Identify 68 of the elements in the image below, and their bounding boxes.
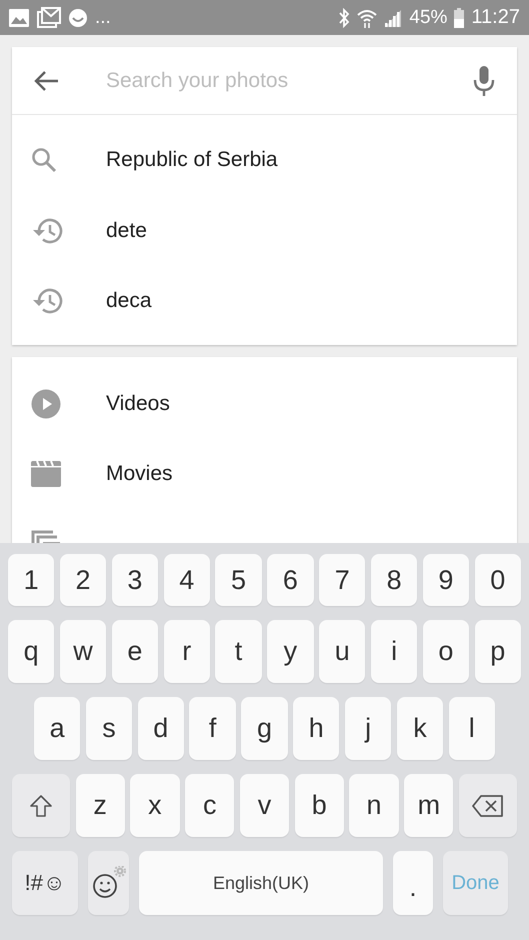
key[interactable]: u (319, 620, 366, 683)
key[interactable]: m (404, 774, 454, 837)
key[interactable]: 3 (112, 554, 158, 606)
search-field[interactable]: Search your photos (106, 68, 473, 92)
key[interactable]: w (60, 620, 106, 683)
key[interactable]: z (76, 774, 125, 837)
emoji-key[interactable] (88, 851, 129, 915)
key[interactable]: r (164, 620, 210, 683)
shift-key[interactable] (12, 774, 70, 837)
key[interactable]: 1 (8, 554, 54, 606)
key[interactable]: k (396, 697, 444, 760)
back-arrow-icon[interactable] (33, 70, 59, 92)
backspace-icon (472, 794, 504, 816)
key[interactable]: q (8, 620, 54, 683)
history-icon (31, 216, 63, 245)
key[interactable]: e (112, 620, 158, 683)
key[interactable]: x (130, 774, 180, 837)
category-item[interactable]: Movies (12, 439, 517, 510)
space-key[interactable]: English(UK) (139, 851, 383, 915)
signal-icon (384, 8, 402, 26)
key[interactable]: l (448, 697, 495, 760)
microphone-icon[interactable] (473, 64, 495, 96)
key[interactable]: b (294, 774, 344, 837)
period-key[interactable]: . (393, 851, 433, 915)
key[interactable]: 5 (215, 554, 262, 606)
key[interactable]: h (293, 697, 340, 760)
search-icon (31, 147, 57, 174)
backspace-key[interactable] (458, 774, 517, 837)
clapperboard-icon (31, 461, 61, 488)
key[interactable]: a (34, 697, 80, 760)
key[interactable]: 8 (370, 554, 418, 606)
shift-icon (29, 794, 53, 818)
symbols-key[interactable]: !#☺ (12, 851, 78, 915)
key[interactable]: d (138, 697, 184, 760)
key[interactable]: f (189, 697, 236, 760)
key[interactable]: t (215, 620, 262, 683)
battery-icon (454, 8, 464, 28)
key[interactable]: 0 (474, 554, 521, 606)
smiley-icon (68, 8, 88, 28)
key[interactable]: 6 (267, 554, 314, 606)
key[interactable]: s (86, 697, 132, 760)
key[interactable]: 9 (422, 554, 470, 606)
key[interactable]: y (267, 620, 314, 683)
clock-text: 11:27 (471, 6, 520, 29)
play-icon (31, 388, 61, 419)
key[interactable]: p (474, 620, 521, 683)
key[interactable]: 2 (60, 554, 106, 606)
key[interactable]: 4 (164, 554, 210, 606)
key[interactable]: 7 (319, 554, 366, 606)
key[interactable]: i (370, 620, 418, 683)
key[interactable]: v (240, 774, 290, 837)
key[interactable]: g (241, 697, 288, 760)
bluetooth-icon (338, 8, 350, 28)
key[interactable]: j (344, 697, 392, 760)
mail-icon (37, 6, 61, 28)
suggestion-item[interactable]: Republic of Serbia (12, 125, 517, 196)
more-notifications-text: ... (95, 6, 111, 28)
key[interactable]: o (422, 620, 470, 683)
category-item[interactable]: Videos (12, 368, 517, 439)
key[interactable]: c (185, 774, 234, 837)
suggestion-item[interactable]: deca (12, 266, 517, 336)
history-icon (31, 287, 63, 316)
wifi-icon (357, 8, 378, 28)
key[interactable]: n (349, 774, 399, 837)
smiley-gear-icon (92, 866, 126, 900)
battery-percent-text: 45% (409, 6, 448, 28)
suggestion-item[interactable]: dete (12, 196, 517, 266)
image-icon (8, 8, 30, 28)
